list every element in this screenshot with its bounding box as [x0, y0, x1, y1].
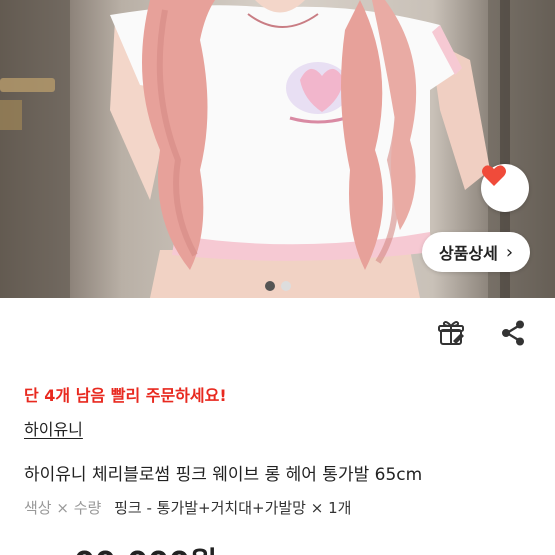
product-detail-label: 상품상세: [438, 244, 498, 263]
chevron-right-icon: ›: [505, 241, 514, 263]
share-button[interactable]: [498, 318, 528, 348]
product-title: 하이유니 체리블로썸 핑크 웨이브 롱 헤어 통가발 65cm: [24, 465, 423, 485]
product-detail-button[interactable]: 상품상세 ›: [422, 232, 530, 272]
gift-button[interactable]: [436, 318, 466, 348]
product-price: 00,000원: [74, 538, 217, 555]
selected-option: 색상 × 수량 핑크 - 통가발+거치대+가발망 × 1개: [24, 497, 351, 518]
heart-icon: [482, 165, 506, 186]
product-actions: [436, 318, 528, 348]
carousel-dot-2[interactable]: [280, 281, 291, 291]
store-link[interactable]: 하이유니: [24, 416, 83, 440]
stock-urgency-notice: 단 4개 남음 빨리 주문하세요!: [24, 386, 227, 405]
product-image-carousel[interactable]: 상품상세 ›: [0, 0, 555, 298]
wishlist-button[interactable]: [481, 164, 529, 212]
share-icon: [502, 320, 524, 346]
gift-icon: [438, 321, 464, 345]
carousel-dot-1[interactable]: [264, 281, 275, 291]
option-value: 핑크 - 통가발+거치대+가발망 × 1개: [114, 499, 352, 517]
carousel-indicator: [0, 281, 555, 291]
option-label: 색상 × 수량: [24, 499, 102, 517]
